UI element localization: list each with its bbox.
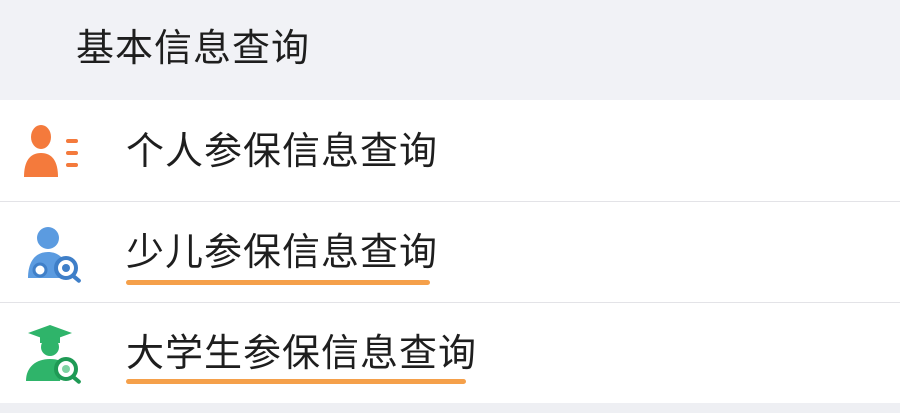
label-underline — [126, 280, 430, 285]
child-search-icon — [22, 220, 86, 284]
list-item-label: 少儿参保信息查询 — [126, 230, 439, 275]
section-header: 基本信息查询 — [0, 0, 900, 100]
list-item-student-insurance[interactable]: 大学生参保信息查询 — [0, 302, 900, 403]
graduate-search-icon — [22, 321, 86, 385]
list-item-label: 大学生参保信息查询 — [126, 331, 478, 376]
list-item-label: 个人参保信息查询 — [126, 128, 439, 173]
person-list-icon — [22, 119, 86, 183]
bottom-band — [0, 403, 900, 413]
list-item-child-insurance[interactable]: 少儿参保信息查询 — [0, 201, 900, 302]
section-title: 基本信息查询 — [76, 25, 311, 70]
page: 基本信息查询 个人参保信息查询 少儿参保信息查询 大学生参保信息查询 — [0, 0, 900, 413]
list-item-personal-insurance[interactable]: 个人参保信息查询 — [0, 100, 900, 201]
query-list: 个人参保信息查询 少儿参保信息查询 大学生参保信息查询 — [0, 100, 900, 403]
label-underline — [126, 379, 466, 384]
